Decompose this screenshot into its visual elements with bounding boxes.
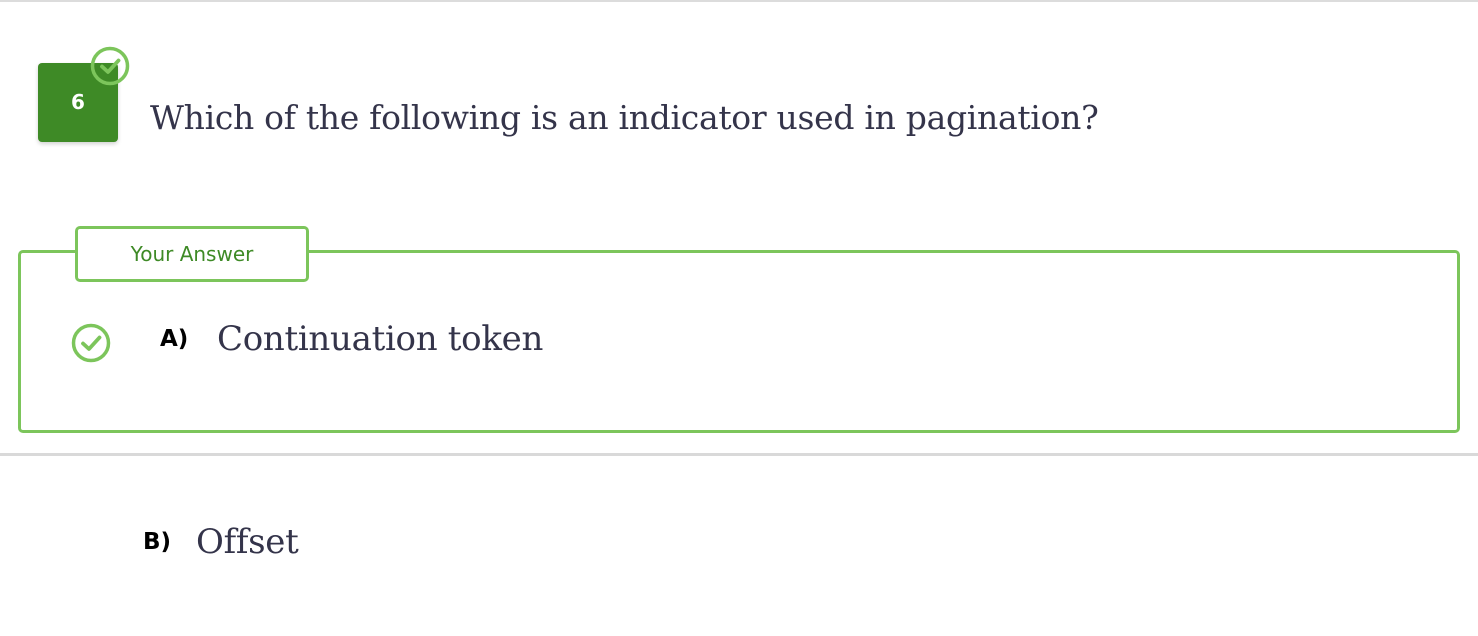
option-a-letter: A) — [160, 326, 189, 352]
option-a-text: Continuation token — [217, 319, 544, 359]
your-answer-tag: Your Answer — [75, 226, 309, 282]
check-circle-icon — [90, 46, 130, 86]
option-b-letter: B) — [143, 529, 172, 555]
question-number: 6 — [71, 90, 85, 114]
check-circle-icon — [71, 323, 111, 363]
card-divider — [0, 453, 1478, 456]
question-text: Which of the following is an indicator u… — [150, 98, 1099, 137]
option-b-text: Offset — [196, 522, 299, 562]
